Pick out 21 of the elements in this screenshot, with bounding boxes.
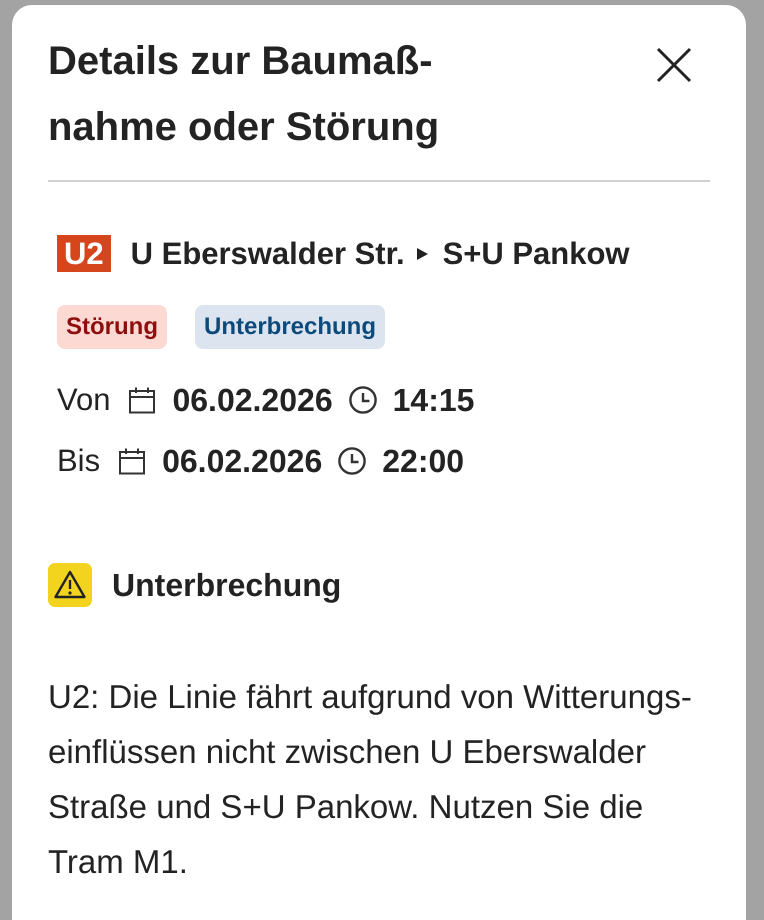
status-tag: Unterbrechung	[194, 305, 385, 349]
close-icon	[656, 47, 692, 83]
time-text: 14:15	[392, 381, 474, 420]
warning-icon	[48, 563, 92, 607]
notice-title: Unterbrechung	[112, 566, 342, 605]
route-origin: U Eberswalder Str.	[130, 235, 405, 272]
date-text: 06.02.2026	[172, 381, 333, 420]
period-label: Von	[57, 381, 110, 419]
calendar-icon	[118, 447, 146, 475]
calendar-icon	[128, 386, 156, 414]
triangle-icon	[416, 248, 428, 260]
clock-icon	[348, 386, 377, 414]
status-tag: Störung	[57, 305, 167, 349]
route-destination: S+U Pankow	[442, 235, 630, 272]
clock-icon	[338, 447, 366, 475]
notice-text: U2: Die Linie fährt aufgrund von Witterungs-einflüssen nicht zwischen U Eberswalder Straße und S+U Pankow. Nutzen Sie die Tram M1.	[48, 677, 693, 882]
period-label: Bis	[57, 442, 100, 480]
dialog-title: Details zur Baumaß-nahme oder Störung	[48, 38, 440, 151]
date-text: 06.02.2026	[162, 442, 322, 481]
line-badge: U2	[57, 235, 111, 272]
time-text: 22:00	[382, 442, 464, 481]
